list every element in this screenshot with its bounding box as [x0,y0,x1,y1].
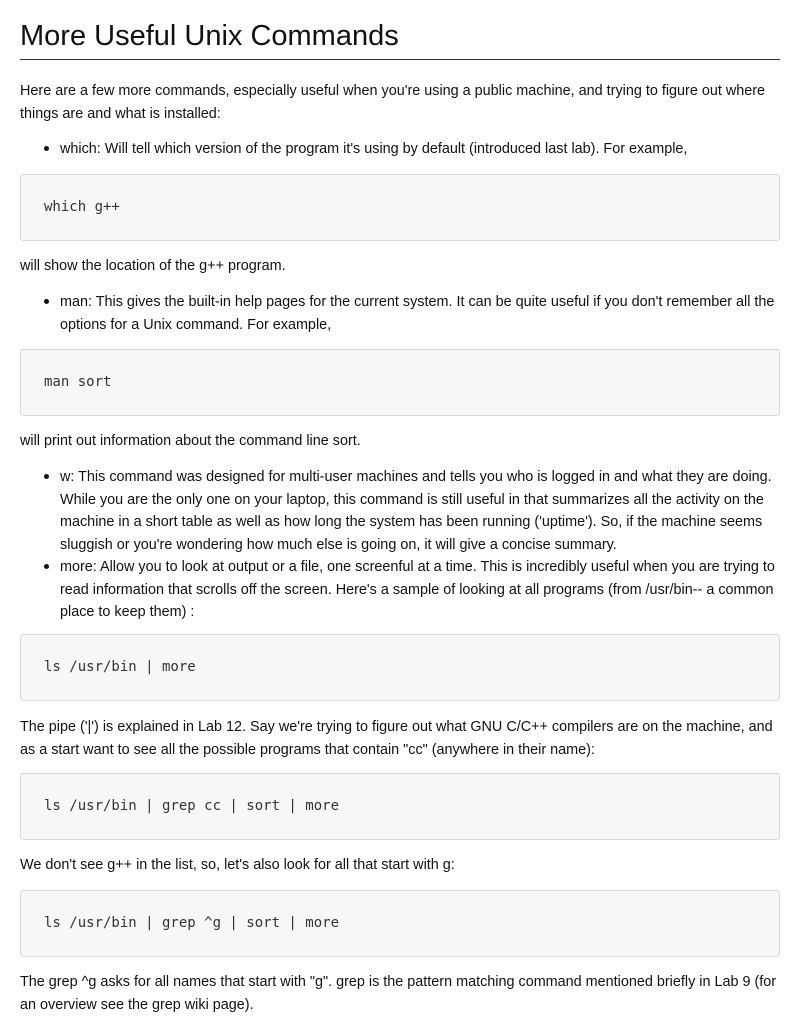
code-block-grep-g: ls /usr/bin | grep ^g | sort | more [20,890,780,957]
which-explanation: will show the location of the g++ progra… [20,258,286,274]
man-bullet: man: This gives the built-in help pages … [60,294,775,333]
code-block-man: man sort [20,349,780,416]
code-text: man sort [44,374,112,390]
bullet-marker [44,564,49,569]
w-bullet: w: This command was designed for multi-u… [60,469,772,553]
code-block-more: ls /usr/bin | more [20,634,780,701]
pipe-paragraph: The pipe ('|') is explained in Lab 12. S… [20,719,773,758]
title-divider [20,59,780,60]
grep-note-paragraph: The grep ^g asks for all names that star… [20,974,777,1013]
intro-paragraph: Here are a few more commands, especially… [20,83,766,122]
code-block-which: which g++ [20,174,780,241]
code-text: which g++ [44,199,120,215]
man-explanation: will print out information about the com… [20,433,361,449]
bullet-marker [44,146,49,151]
more-bullet: more: Allow you to look at output or a f… [60,559,775,620]
page-title: More Useful Unix Commands [20,20,399,52]
code-block-grep-cc: ls /usr/bin | grep cc | sort | more [20,773,780,840]
which-bullet: which: Will tell which version of the pr… [60,141,688,157]
bullet-marker [44,299,49,304]
code-text: ls /usr/bin | grep cc | sort | more [44,798,340,814]
bullet-marker [44,474,49,479]
gpp-paragraph: We don't see g++ in the list, so, let's … [20,857,455,873]
code-text: ls /usr/bin | more [44,659,196,675]
code-text: ls /usr/bin | grep ^g | sort | more [44,915,340,931]
document-page: More Useful Unix Commands Here are a few… [0,0,800,1029]
